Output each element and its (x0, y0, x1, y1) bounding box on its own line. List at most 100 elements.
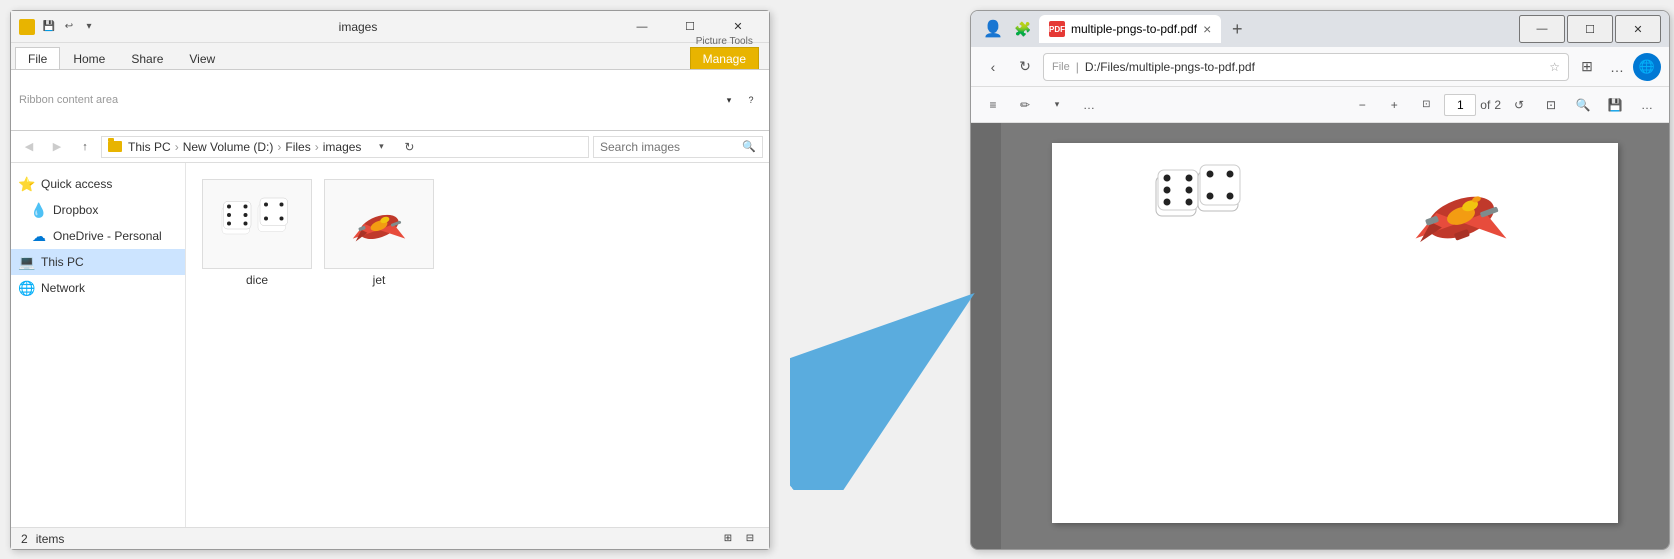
new-tab-button[interactable]: + (1223, 15, 1251, 43)
browser-close-button[interactable]: ✕ (1615, 15, 1661, 43)
tab-manage[interactable]: Manage (690, 47, 759, 69)
jet-thumbnail (324, 179, 434, 269)
qat-undo[interactable]: ↩ (61, 19, 77, 35)
pdf-more-button[interactable]: … (1075, 91, 1103, 119)
picture-tools-label: Picture Tools (696, 36, 753, 47)
url-text: D:/Files/multiple-pngs-to-pdf.pdf (1085, 60, 1543, 74)
sidebar-item-quick-access[interactable]: ⭐ Quick access (11, 171, 185, 197)
browser-win-controls: — ☐ ✕ (1519, 15, 1661, 43)
breadcrumb-images: images (323, 140, 362, 154)
blue-arrow-svg (790, 290, 990, 490)
browser-toolbar-actions: ⊞ … 🌐 (1573, 53, 1661, 81)
sidebar-item-network[interactable]: 🌐 Network (11, 275, 185, 301)
zoom-out-button[interactable]: − (1348, 91, 1376, 119)
qat-save[interactable]: 💾 (41, 19, 57, 35)
forward-button[interactable]: ▶ (45, 135, 69, 159)
network-icon: 🌐 (19, 280, 35, 296)
minimize-button[interactable]: — (619, 13, 665, 41)
large-icons-view-button[interactable]: ⊟ (741, 530, 759, 548)
reading-view-button[interactable]: ⊞ (1573, 53, 1601, 81)
search-icon: 🔍 (742, 140, 756, 153)
qat: 💾 ↩ ▾ (41, 19, 97, 35)
tab-view[interactable]: View (176, 47, 228, 69)
explorer-window: 💾 ↩ ▾ images — ☐ ✕ File Home Share View … (10, 10, 770, 550)
pdf-dice-group (1154, 163, 1244, 248)
dice-label: dice (246, 273, 268, 287)
qat-dropdown[interactable]: ▾ (81, 19, 97, 35)
tab-title: multiple-pngs-to-pdf.pdf (1071, 22, 1197, 36)
refresh-button[interactable]: ↻ (397, 135, 421, 159)
back-button[interactable]: ◀ (17, 135, 41, 159)
sidebar-label-network: Network (41, 281, 85, 295)
url-star-icon[interactable]: ☆ (1549, 60, 1560, 74)
sidebar-label-dropbox: Dropbox (53, 203, 98, 217)
sidebar-item-this-pc[interactable]: 💻 This PC (11, 249, 185, 275)
edge-profile-button[interactable]: 🌐 (1633, 53, 1661, 81)
status-count: 2 (21, 532, 28, 546)
sidebar-label-this-pc: This PC (41, 255, 84, 269)
browser-refresh-button[interactable]: ↻ (1011, 53, 1039, 81)
draw-dropdown-button[interactable]: ▾ (1043, 91, 1071, 119)
pdf-jet-svg (1406, 163, 1516, 263)
profile-icon[interactable]: 👤 (979, 15, 1007, 43)
url-file-label: File (1052, 61, 1070, 73)
main-area: ⭐ Quick access 💧 Dropbox ☁ OneDrive - Pe… (11, 163, 769, 527)
pdf-more2-button[interactable]: … (1633, 91, 1661, 119)
page-number-input[interactable] (1444, 94, 1476, 116)
rotate-button[interactable]: ↺ (1505, 91, 1533, 119)
fit-page-button[interactable]: ⊡ (1412, 91, 1440, 119)
path-dropdown[interactable]: ▾ (369, 135, 393, 159)
tab-file[interactable]: File (15, 47, 60, 69)
pdf-toolbar: ≡ ✏ ▾ … − + ⊡ of 2 ↺ ⊡ 🔍 💾 … (971, 87, 1669, 123)
dice-image (217, 189, 297, 259)
pdf-dice-svg (1154, 163, 1244, 248)
explorer-app-icon (19, 19, 35, 35)
dropbox-icon: 💧 (31, 202, 47, 218)
file-item-jet[interactable]: jet (324, 179, 434, 287)
tab-home[interactable]: Home (60, 47, 118, 69)
breadcrumb-files: Files (285, 140, 310, 154)
status-bar: 2 items ⊞ ⊟ (11, 527, 769, 549)
sidebar-item-onedrive[interactable]: ☁ OneDrive - Personal (11, 223, 185, 249)
browser-titlebar: 👤 🧩 PDF multiple-pngs-to-pdf.pdf × + — ☐… (971, 11, 1669, 47)
print-button[interactable]: ⊡ (1537, 91, 1565, 119)
dice-thumbnail (202, 179, 312, 269)
ribbon-collapse[interactable]: ▾ (719, 86, 739, 114)
pdf-content (971, 123, 1669, 549)
details-view-button[interactable]: ⊞ (719, 530, 737, 548)
search-input[interactable] (600, 140, 738, 154)
file-item-dice[interactable]: dice (202, 179, 312, 287)
tab-close-button[interactable]: × (1203, 21, 1211, 37)
total-pages: 2 (1494, 98, 1501, 112)
zoom-in-button[interactable]: + (1380, 91, 1408, 119)
arrow-container (770, 10, 970, 550)
up-button[interactable]: ↑ (73, 135, 97, 159)
pdf-search-button[interactable]: 🔍 (1569, 91, 1597, 119)
pdf-jet-group (1406, 163, 1516, 266)
browser-maximize-button[interactable]: ☐ (1567, 15, 1613, 43)
browser-toolbar: ‹ ↻ File | D:/Files/multiple-pngs-to-pdf… (971, 47, 1669, 87)
sidebar-label-onedrive: OneDrive - Personal (53, 229, 162, 243)
star-icon: ⭐ (19, 176, 35, 192)
sidebar-item-dropbox[interactable]: 💧 Dropbox (11, 197, 185, 223)
browser-more-button[interactable]: … (1603, 53, 1631, 81)
address-bar: ◀ ▶ ↑ This PC › New Volume (D:) › Files … (11, 131, 769, 163)
sidebar-label-quick-access: Quick access (41, 177, 112, 191)
ribbon-help-btn[interactable]: ? (741, 86, 761, 114)
toc-button[interactable]: ≡ (979, 91, 1007, 119)
jet-label: jet (373, 273, 386, 287)
draw-button[interactable]: ✏ (1011, 91, 1039, 119)
pdf-save-button[interactable]: 💾 (1601, 91, 1629, 119)
url-bar[interactable]: File | D:/Files/multiple-pngs-to-pdf.pdf… (1043, 53, 1569, 81)
breadcrumb-drive: New Volume (D:) (183, 140, 274, 154)
view-controls: ⊞ ⊟ (719, 530, 759, 548)
extensions-icon[interactable]: 🧩 (1009, 15, 1037, 43)
browser-back-button[interactable]: ‹ (979, 53, 1007, 81)
tab-share[interactable]: Share (118, 47, 176, 69)
browser-minimize-button[interactable]: — (1519, 15, 1565, 43)
active-tab[interactable]: PDF multiple-pngs-to-pdf.pdf × (1039, 15, 1221, 43)
breadcrumb[interactable]: This PC › New Volume (D:) › Files › imag… (101, 136, 589, 158)
status-items-label: items (36, 532, 65, 546)
jet-image (344, 189, 414, 259)
explorer-title: images (103, 20, 613, 34)
